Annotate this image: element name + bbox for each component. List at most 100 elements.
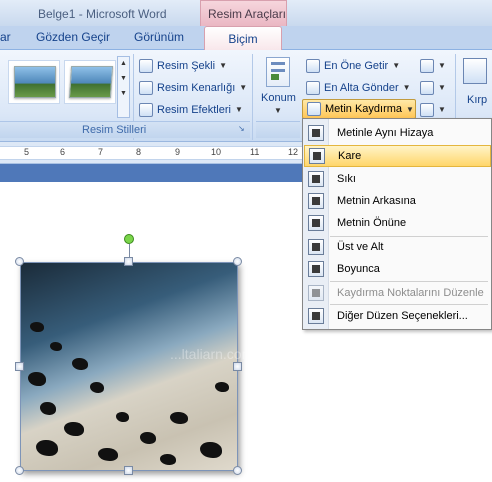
menu-item-label: Metinle Aynı Hizaya bbox=[337, 127, 434, 139]
resize-handle-right[interactable] bbox=[233, 362, 242, 371]
ruler-strip[interactable] bbox=[0, 146, 320, 160]
resize-handle-top-left[interactable] bbox=[15, 257, 24, 266]
resize-handle-top[interactable] bbox=[124, 257, 133, 266]
ruler-mark: 10 bbox=[211, 147, 222, 157]
menu-item-behind-text[interactable]: Metnin Arkasına bbox=[304, 190, 491, 212]
watermark: ...ltaliarn.com bbox=[170, 346, 254, 362]
chevron-down-icon: ▼ bbox=[234, 105, 243, 114]
menu-item-through[interactable]: Boyunca bbox=[304, 258, 491, 280]
en-alta-gonder-label: En Alta Gönder bbox=[324, 81, 399, 94]
send-to-back-icon bbox=[306, 80, 320, 95]
wrap-through-icon bbox=[308, 261, 324, 277]
menu-item-label: Kare bbox=[338, 150, 362, 162]
chevron-down-icon: ▼ bbox=[438, 105, 446, 114]
bring-to-front-icon bbox=[306, 58, 320, 73]
menu-item-label: Metnin Önüne bbox=[337, 217, 407, 229]
text-wrap-icon bbox=[307, 102, 321, 116]
ruler-mark: 9 bbox=[175, 147, 181, 157]
metin-kaydirma-label: Metin Kaydırma bbox=[325, 103, 403, 115]
tab-gorunum[interactable]: Görünüm bbox=[134, 30, 184, 44]
edit-wrap-points-icon bbox=[308, 285, 324, 301]
resim-kenarligi-button[interactable]: Resim Kenarlığı ▼ bbox=[139, 78, 247, 97]
wrap-square-icon bbox=[309, 148, 325, 164]
menu-item-more-layout-options[interactable]: Diğer Düzen Seçenekleri... bbox=[304, 305, 491, 327]
align-icon bbox=[420, 58, 434, 73]
style-thumb-frame-2[interactable] bbox=[64, 60, 116, 104]
wrap-tight-icon bbox=[308, 171, 324, 187]
resim-kenarligi-label: Resim Kenarlığı bbox=[157, 81, 236, 94]
gallery-down-icon[interactable]: ▼ bbox=[118, 75, 129, 82]
resim-efektleri-label: Resim Efektleri bbox=[157, 103, 231, 116]
menu-item-tight[interactable]: Sıkı bbox=[304, 168, 491, 190]
menu-item-label: Üst ve Alt bbox=[337, 241, 384, 253]
context-tab-title: Resim Araçları bbox=[200, 0, 287, 26]
menu-item-label: Kaydırma Noktalarını Düzenle bbox=[337, 287, 484, 299]
resize-handle-bottom-left[interactable] bbox=[15, 466, 24, 475]
rotation-handle[interactable] bbox=[124, 234, 134, 244]
resize-handle-top-right[interactable] bbox=[233, 257, 242, 266]
rotate-button[interactable]: ▼ bbox=[420, 100, 446, 119]
tab-ekle-partial[interactable]: ar bbox=[0, 30, 11, 44]
chevron-down-icon: ▼ bbox=[239, 83, 248, 92]
en-one-getir-label: En Öne Getir bbox=[324, 59, 389, 72]
metin-kaydirma-button[interactable]: Metin Kaydırma ▼ bbox=[302, 99, 416, 119]
style-thumb-frame-1[interactable] bbox=[8, 60, 60, 104]
shape-icon bbox=[139, 58, 153, 73]
ruler-mark: 8 bbox=[136, 147, 142, 157]
menu-item-label: Metnin Arkasına bbox=[337, 195, 416, 207]
resize-handle-bottom[interactable] bbox=[124, 466, 133, 475]
ruler-mark: 12 bbox=[288, 147, 299, 157]
wrap-behind-icon bbox=[308, 193, 324, 209]
dialog-launcher-icon[interactable]: ↘ bbox=[238, 124, 245, 133]
resim-sekli-label: Resim Şekli bbox=[157, 59, 216, 72]
picture-style-thumbnail[interactable] bbox=[14, 66, 56, 98]
resim-efektleri-button[interactable]: Resim Efektleri ▼ bbox=[139, 100, 243, 119]
layout-options-icon bbox=[308, 308, 324, 324]
group-label-bar bbox=[256, 121, 300, 138]
gallery-up-icon[interactable]: ▲ bbox=[118, 60, 129, 67]
kirp-label[interactable]: Kırp bbox=[467, 94, 487, 106]
chevron-down-icon[interactable]: ▼ bbox=[274, 106, 282, 115]
position-icon[interactable] bbox=[266, 57, 290, 87]
konum-label[interactable]: Konum bbox=[261, 92, 296, 104]
chevron-down-icon: ▼ bbox=[402, 83, 411, 92]
tab-gozden-gecir[interactable]: Gözden Geçir bbox=[36, 30, 110, 44]
menu-item-label: Diğer Düzen Seçenekleri... bbox=[337, 310, 468, 322]
selection-box bbox=[20, 262, 238, 471]
menu-item-square[interactable]: Kare bbox=[304, 145, 491, 167]
ruler-mark: 7 bbox=[98, 147, 104, 157]
ruler-mark: 5 bbox=[24, 147, 30, 157]
resize-handle-bottom-right[interactable] bbox=[233, 466, 242, 475]
group-icon bbox=[420, 80, 434, 95]
chevron-down-icon: ▼ bbox=[392, 61, 401, 70]
menu-item-inline[interactable]: Metinle Aynı Hizaya bbox=[304, 122, 491, 144]
en-one-getir-button[interactable]: En Öne Getir ▼ bbox=[306, 56, 400, 75]
ruler-mark: 6 bbox=[60, 147, 66, 157]
chevron-down-icon: ▼ bbox=[406, 104, 414, 114]
picture-style-thumbnail[interactable] bbox=[68, 66, 114, 98]
menu-item-label: Sıkı bbox=[337, 173, 356, 185]
chevron-down-icon: ▼ bbox=[219, 61, 227, 70]
resize-handle-left[interactable] bbox=[15, 362, 24, 371]
group-button[interactable]: ▼ bbox=[420, 78, 446, 97]
wrap-front-icon bbox=[308, 215, 324, 231]
crop-icon[interactable] bbox=[463, 58, 487, 84]
menu-item-in-front[interactable]: Metnin Önüne bbox=[304, 212, 491, 234]
group-label-resim-stilleri: Resim Stilleri bbox=[82, 124, 147, 136]
gallery-scroll[interactable]: ▲ ▼ ▼ bbox=[117, 56, 130, 118]
ruler-mark: 11 bbox=[250, 147, 260, 157]
align-button[interactable]: ▼ bbox=[420, 56, 446, 75]
resim-sekli-button[interactable]: Resim Şekli ▼ bbox=[139, 56, 227, 75]
en-alta-gonder-button[interactable]: En Alta Gönder ▼ bbox=[306, 78, 411, 97]
chevron-down-icon: ▼ bbox=[438, 61, 446, 70]
gallery-more-icon[interactable]: ▼ bbox=[118, 90, 129, 97]
tab-bicim[interactable]: Biçim bbox=[204, 26, 282, 51]
ribbon-separator bbox=[252, 54, 253, 140]
wrap-inline-icon bbox=[308, 125, 324, 141]
menu-item-edit-wrap-points[interactable]: Kaydırma Noktalarını Düzenle bbox=[304, 282, 491, 304]
chevron-down-icon: ▼ bbox=[438, 83, 446, 92]
menu-item-top-bottom[interactable]: Üst ve Alt bbox=[304, 236, 491, 258]
menu-item-label: Boyunca bbox=[337, 263, 380, 275]
pen-icon bbox=[139, 80, 153, 95]
effects-icon bbox=[139, 102, 153, 117]
